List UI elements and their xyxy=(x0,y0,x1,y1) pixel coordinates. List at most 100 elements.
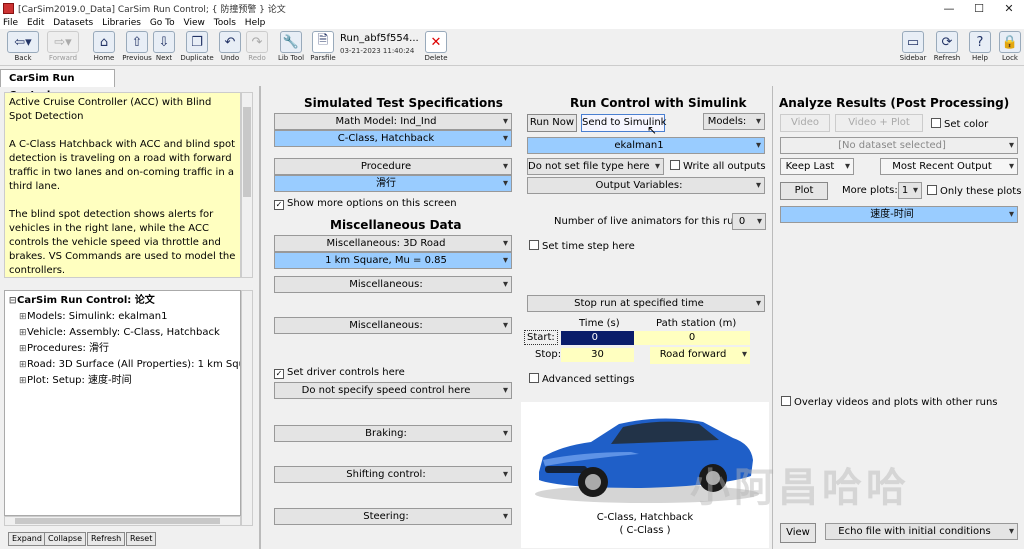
collapse-button[interactable]: Collapse xyxy=(44,532,86,546)
panel-divider[interactable] xyxy=(259,86,261,549)
analyze-results-header: Analyze Results (Post Processing) xyxy=(779,96,1010,110)
dataset-dropdown[interactable]: [No dataset selected] xyxy=(780,137,1018,154)
menu-datasets[interactable]: Datasets xyxy=(50,17,96,29)
next-button[interactable]: ⇩ Next xyxy=(152,31,176,62)
tree-horizontal-scrollbar[interactable] xyxy=(4,516,241,526)
simulink-model-dropdown[interactable]: ekalman1 xyxy=(527,137,765,154)
undo-button[interactable]: ↶ Undo xyxy=(218,31,242,62)
misc-3d-road-value-dropdown[interactable]: 1 km Square, Mu = 0.85 xyxy=(274,252,512,269)
procedure-dropdown[interactable]: Procedure xyxy=(274,158,512,175)
parsfile-button[interactable]: 🗎 Parsfile xyxy=(308,31,338,62)
description-scrollbar[interactable] xyxy=(241,92,253,278)
file-type-dropdown[interactable]: Do not set file type here xyxy=(527,158,664,175)
menu-view[interactable]: View xyxy=(181,17,208,29)
lib-tool-button[interactable]: 🔧 Lib Tool xyxy=(275,31,307,62)
start-station-input[interactable]: 0 xyxy=(634,331,750,345)
tree-item[interactable]: ⊞Vehicle: Assembly: C-Class, Hatchback xyxy=(9,325,236,341)
close-button[interactable]: ✕ xyxy=(994,0,1024,17)
duplicate-button[interactable]: ❐ Duplicate xyxy=(180,31,214,62)
tree-item[interactable]: ⊞Road: 3D Surface (All Properties): 1 km… xyxy=(9,357,240,373)
tab-carsim-run-control[interactable]: CarSim Run Control xyxy=(0,69,115,101)
math-model-dropdown[interactable]: Math Model: Ind_Ind xyxy=(274,113,512,130)
back-arrow-icon: ⇦▾ xyxy=(7,31,39,53)
plot-button[interactable]: Plot xyxy=(780,182,828,200)
sidebar-icon: ▭ xyxy=(902,31,924,53)
overlay-checkbox[interactable]: Overlay videos and plots with other runs xyxy=(781,396,998,409)
help-button[interactable]: ? Help xyxy=(968,31,992,62)
delete-button[interactable]: ✕ Delete xyxy=(423,31,449,62)
misc-3d-road-dropdown[interactable]: Miscellaneous: 3D Road xyxy=(274,235,512,252)
live-animators-dropdown[interactable]: 0 xyxy=(732,213,766,230)
menu-file[interactable]: File xyxy=(0,17,21,29)
redo-button[interactable]: ↷ Redo xyxy=(245,31,269,62)
menu-help[interactable]: Help xyxy=(242,17,269,29)
maximize-button[interactable]: ☐ xyxy=(964,0,994,17)
start-time-input[interactable]: 0 xyxy=(561,331,634,345)
misc-dropdown-2[interactable]: Miscellaneous: xyxy=(274,317,512,334)
refresh-toolbar-button[interactable]: ⟳ Refresh xyxy=(932,31,962,62)
tree-item[interactable]: ⊞Plot: Setup: 速度-时间 xyxy=(9,373,236,389)
reset-button[interactable]: Reset xyxy=(126,532,157,546)
menu-tools[interactable]: Tools xyxy=(211,17,239,29)
tree-item[interactable]: ⊞Models: Simulink: ekalman1 xyxy=(9,309,236,325)
braking-dropdown[interactable]: Braking: xyxy=(274,425,512,442)
scroll-thumb[interactable] xyxy=(15,518,220,524)
models-dropdown[interactable]: Models: xyxy=(703,113,765,130)
video-button[interactable]: Video xyxy=(780,114,830,132)
vehicle-dropdown[interactable]: C-Class, Hatchback xyxy=(274,130,512,147)
expand-icon[interactable]: ⊞ xyxy=(19,309,27,325)
refresh-tree-button[interactable]: Refresh xyxy=(87,532,126,546)
home-button[interactable]: ⌂ Home xyxy=(91,31,117,62)
minimize-button[interactable]: — xyxy=(934,0,964,17)
output-variables-dropdown[interactable]: Output Variables: xyxy=(527,177,765,194)
tree-vertical-scrollbar[interactable] xyxy=(241,290,253,526)
collapse-icon[interactable]: ⊟ xyxy=(9,293,17,309)
expand-icon[interactable]: ⊞ xyxy=(19,357,27,373)
shifting-control-dropdown[interactable]: Shifting control: xyxy=(274,466,512,483)
road-forward-dropdown[interactable]: Road forward xyxy=(650,347,750,364)
speed-control-dropdown[interactable]: Do not specify speed control here xyxy=(274,382,512,399)
expand-icon[interactable]: ⊞ xyxy=(19,325,27,341)
tree-root[interactable]: ⊟CarSim Run Control: 论文 xyxy=(9,293,236,309)
view-button[interactable]: View xyxy=(780,523,816,543)
expand-button[interactable]: Expand xyxy=(8,532,46,546)
stop-run-dropdown[interactable]: Stop run at specified time xyxy=(527,295,765,312)
most-recent-output-dropdown[interactable]: Most Recent Output xyxy=(880,158,1018,175)
procedure-value-dropdown[interactable]: 滑行 xyxy=(274,175,512,192)
set-time-step-checkbox[interactable]: Set time step here xyxy=(529,240,635,253)
more-plots-dropdown[interactable]: 1 xyxy=(898,182,922,199)
duplicate-icon: ❐ xyxy=(186,31,208,53)
show-more-checkbox[interactable]: ✓ Show more options on this screen xyxy=(274,198,457,210)
stop-time-input[interactable]: 30 xyxy=(561,348,634,362)
misc-dropdown-1[interactable]: Miscellaneous: xyxy=(274,276,512,293)
window-title: [CarSim2019.0_Data] CarSim Run Control; … xyxy=(18,5,286,15)
run-now-button[interactable]: Run Now xyxy=(527,114,577,132)
steering-dropdown[interactable]: Steering: xyxy=(274,508,512,525)
menu-libraries[interactable]: Libraries xyxy=(99,17,144,29)
sidebar-button[interactable]: ▭ Sidebar xyxy=(898,31,928,62)
set-color-checkbox[interactable]: Set color xyxy=(931,118,988,131)
lock-button[interactable]: 🔒 Lock xyxy=(998,31,1022,62)
write-all-outputs-checkbox[interactable]: Write all outputs xyxy=(670,160,766,173)
description-notes[interactable]: Active Cruise Controller (ACC) with Blin… xyxy=(4,92,241,278)
expand-icon[interactable]: ⊞ xyxy=(19,373,27,389)
plot-setup-dropdown[interactable]: 速度-时间 xyxy=(780,206,1018,223)
echo-file-dropdown[interactable]: Echo file with initial conditions xyxy=(825,523,1018,540)
run-date: 03-21-2023 11:40:24 xyxy=(340,47,415,55)
menu-edit[interactable]: Edit xyxy=(24,17,47,29)
menu-bar: File Edit Datasets Libraries Go To View … xyxy=(0,17,1024,29)
tree-item[interactable]: ⊞Procedures: 滑行 xyxy=(9,341,236,357)
driver-controls-checkbox[interactable]: ✓ Set driver controls here xyxy=(274,367,405,379)
back-button[interactable]: ⇦▾ Back xyxy=(6,31,40,62)
forward-button[interactable]: ⇨▾ Forward xyxy=(46,31,80,62)
more-plots-label: More plots: xyxy=(842,185,898,196)
expand-icon[interactable]: ⊞ xyxy=(19,341,27,357)
only-these-plots-checkbox[interactable]: Only these plots xyxy=(927,185,1021,198)
video-plot-button[interactable]: Video + Plot xyxy=(835,114,923,132)
keep-last-dropdown[interactable]: Keep Last xyxy=(780,158,854,175)
sim-specs-header: Simulated Test Specifications xyxy=(304,96,503,110)
menu-goto[interactable]: Go To xyxy=(147,17,178,29)
previous-button[interactable]: ⇧ Previous xyxy=(121,31,153,62)
advanced-settings-checkbox[interactable]: Advanced settings xyxy=(529,373,634,386)
scroll-thumb[interactable] xyxy=(243,107,251,197)
